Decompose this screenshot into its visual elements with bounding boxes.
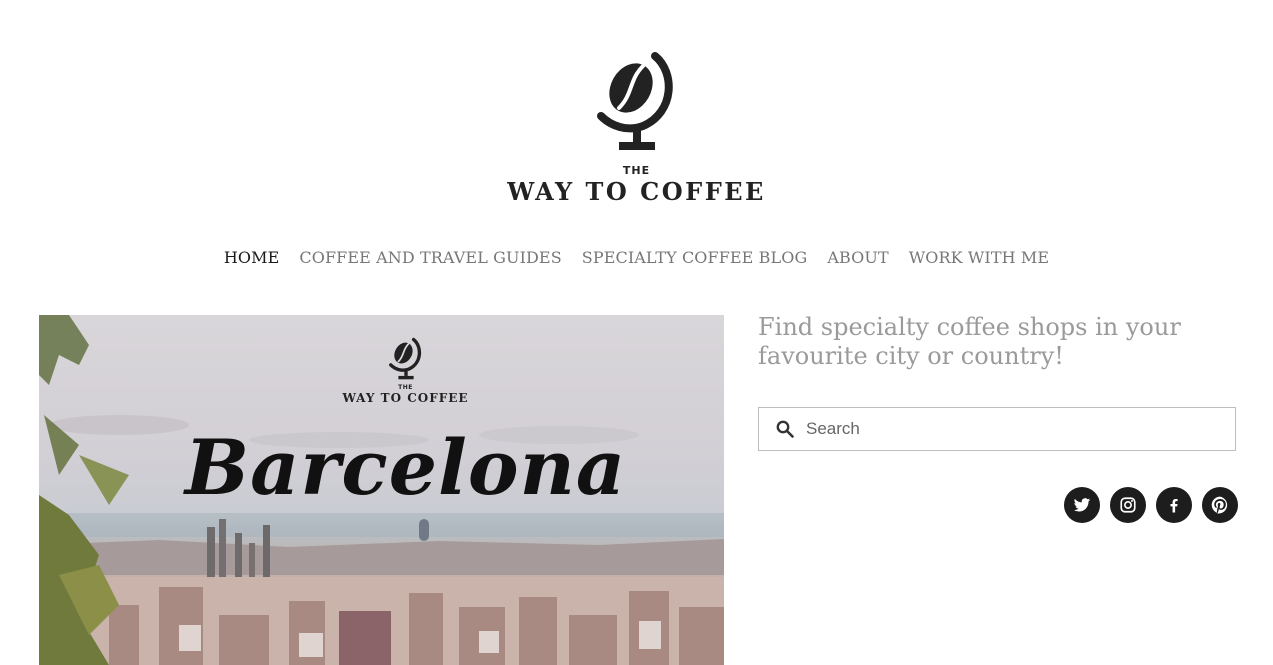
pinterest-icon: [1211, 496, 1228, 514]
nav-specialty-coffee-blog[interactable]: SPECIALTY COFFEE BLOG: [582, 248, 808, 267]
hero-logo: THE WAY TO COFFEE: [39, 337, 724, 405]
instagram-icon: [1120, 497, 1136, 513]
facebook-button[interactable]: [1156, 487, 1192, 523]
twitter-button[interactable]: [1064, 487, 1100, 523]
coffee-globe-icon: [596, 52, 673, 150]
search-box: [758, 407, 1236, 451]
twitter-icon: [1073, 498, 1091, 512]
search-input[interactable]: [804, 408, 1235, 450]
hero-title: Barcelona: [184, 423, 627, 512]
pinterest-button[interactable]: [1202, 487, 1238, 523]
nav-home[interactable]: HOME: [224, 248, 280, 267]
facebook-icon: [1170, 499, 1178, 513]
nav-about[interactable]: ABOUT: [827, 248, 888, 267]
sidebar-tagline: Find specialty coffee shops in your favo…: [758, 313, 1181, 370]
main-nav: HOME COFFEE AND TRAVEL GUIDES SPECIALTY …: [0, 248, 1273, 267]
logo-name: WAY TO COFFEE: [507, 177, 766, 206]
nav-coffee-travel-guides[interactable]: COFFEE AND TRAVEL GUIDES: [299, 248, 561, 267]
social-links: [1064, 487, 1238, 523]
instagram-button[interactable]: [1110, 487, 1146, 523]
nav-work-with-me[interactable]: WORK WITH ME: [909, 248, 1049, 267]
hero-logo-the: THE: [398, 384, 413, 391]
coffee-globe-icon: [388, 337, 421, 380]
search-icon[interactable]: [776, 420, 794, 438]
site-logo[interactable]: THE WAY TO COFFEE: [0, 50, 1273, 210]
hero-logo-name: WAY TO COFFEE: [342, 391, 469, 405]
logo-the: THE: [622, 164, 651, 177]
hero-image-barcelona[interactable]: THE WAY TO COFFEE Barcelona: [39, 315, 724, 665]
